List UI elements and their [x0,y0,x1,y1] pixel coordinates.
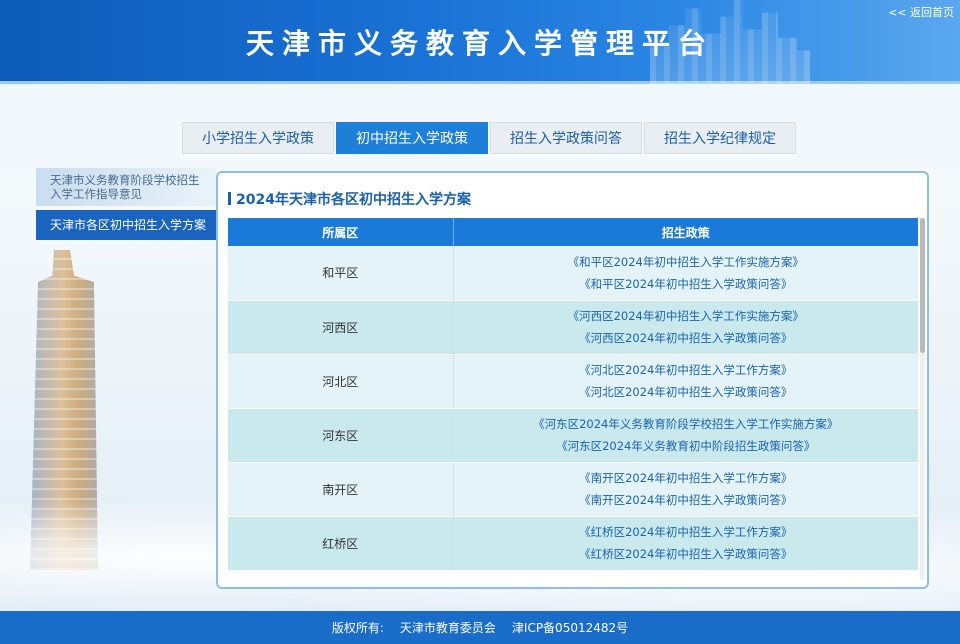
policy-table: 所属区 招生政策 和平区 《和平区2024年初中招生入学工作实施方案》 《和平区… [228,218,918,571]
policy-cell: 《河东区2024年义务教育阶段学校招生入学工作实施方案》 《河东区2024年义务… [453,408,919,463]
district-cell: 河西区 [228,300,454,355]
district-cell: 南开区 [228,462,454,517]
policy-link[interactable]: 《和平区2024年初中招生入学工作实施方案》 [454,251,919,273]
district-cell: 河东区 [228,408,454,463]
policy-cell: 《和平区2024年初中招生入学工作实施方案》 《和平区2024年初中招生入学政策… [453,246,919,301]
content-panel: 2024年天津市各区初中招生入学方案 所属区 招生政策 和平区 《和平区2024… [216,171,929,589]
sidebar-item-district-plans[interactable]: 天津市各区初中招生入学方案 [36,210,216,240]
panel-title-text: 2024年天津市各区初中招生入学方案 [236,192,471,208]
tab-middle-school-policy[interactable]: 初中招生入学政策 [336,122,488,154]
panel-title: 2024年天津市各区初中招生入学方案 [228,189,471,209]
table-container: 所属区 招生政策 和平区 《和平区2024年初中招生入学工作实施方案》 《和平区… [228,218,918,580]
table-row: 红桥区 《红桥区2024年初中招生入学工作方案》 《红桥区2024年初中招生入学… [228,516,919,571]
copyright-owner: 天津市教育委员会 [399,621,496,635]
policy-link[interactable]: 《河北区2024年初中招生入学政策问答》 [454,381,919,403]
policy-link[interactable]: 《河东区2024年义务教育阶段学校招生入学工作实施方案》 [454,413,919,435]
site-footer: 版权所有: 天津市教育委员会 津ICP备05012482号 [0,611,960,644]
tab-discipline-rules[interactable]: 招生入学纪律规定 [644,122,796,154]
site-title: 天津市义务教育入学管理平台 [245,27,714,60]
back-home-link[interactable]: << 返回首页 [888,4,954,20]
table-row: 河东区 《河东区2024年义务教育阶段学校招生入学工作实施方案》 《河东区202… [228,408,919,463]
policy-cell: 《河西区2024年初中招生入学工作实施方案》 《河西区2024年初中招生入学政策… [453,300,919,355]
sidebar: 天津市义务教育阶段学校招生入学工作指导意见 天津市各区初中招生入学方案 [36,168,216,240]
policy-cell: 《南开区2024年初中招生入学工作方案》 《南开区2024年初中招生入学政策问答… [453,462,919,517]
site-header: 天津市义务教育入学管理平台 << 返回首页 [0,0,960,84]
policy-link[interactable]: 《红桥区2024年初中招生入学工作方案》 [454,521,919,543]
policy-cell: 《红桥区2024年初中招生入学工作方案》 《红桥区2024年初中招生入学政策问答… [453,516,919,571]
district-cell: 红桥区 [228,516,454,571]
district-cell: 河北区 [228,354,454,409]
scrollbar-thumb[interactable] [920,218,925,353]
icp-number[interactable]: 津ICP备05012482号 [512,619,628,636]
policy-link[interactable]: 《河东区2024年义务教育初中阶段招生政策问答》 [454,435,919,457]
column-header-policy: 招生政策 [453,218,918,246]
policy-link[interactable]: 《河西区2024年初中招生入学政策问答》 [454,327,919,349]
policy-tabs: 小学招生入学政策 初中招生入学政策 招生入学政策问答 招生入学纪律规定 [182,122,796,154]
table-header-row: 所属区 招生政策 [228,218,918,246]
table-row: 河西区 《河西区2024年初中招生入学工作实施方案》 《河西区2024年初中招生… [228,300,919,355]
copyright-label: 版权所有: [331,621,384,635]
policy-link[interactable]: 《和平区2024年初中招生入学政策问答》 [454,273,919,295]
policy-link[interactable]: 《河北区2024年初中招生入学工作方案》 [454,359,919,381]
policy-link[interactable]: 《河西区2024年初中招生入学工作实施方案》 [454,305,919,327]
policy-cell: 《河北区2024年初中招生入学工作方案》 《河北区2024年初中招生入学政策问答… [453,354,919,409]
table-row: 南开区 《南开区2024年初中招生入学工作方案》 《南开区2024年初中招生入学… [228,462,919,517]
table-row: 河北区 《河北区2024年初中招生入学工作方案》 《河北区2024年初中招生入学… [228,354,919,409]
tab-primary-school-policy[interactable]: 小学招生入学政策 [182,122,334,154]
title-bar-marker [228,192,231,205]
tab-policy-qa[interactable]: 招生入学政策问答 [490,122,642,154]
district-cell: 和平区 [228,246,454,301]
policy-link[interactable]: 《红桥区2024年初中招生入学政策问答》 [454,543,919,565]
policy-link[interactable]: 《南开区2024年初中招生入学政策问答》 [454,489,919,511]
policy-link[interactable]: 《南开区2024年初中招生入学工作方案》 [454,467,919,489]
column-header-district: 所属区 [228,218,454,246]
vertical-scrollbar[interactable] [920,218,925,580]
table-row: 和平区 《和平区2024年初中招生入学工作实施方案》 《和平区2024年初中招生… [228,246,919,301]
sidebar-item-guidance[interactable]: 天津市义务教育阶段学校招生入学工作指导意见 [36,168,216,206]
